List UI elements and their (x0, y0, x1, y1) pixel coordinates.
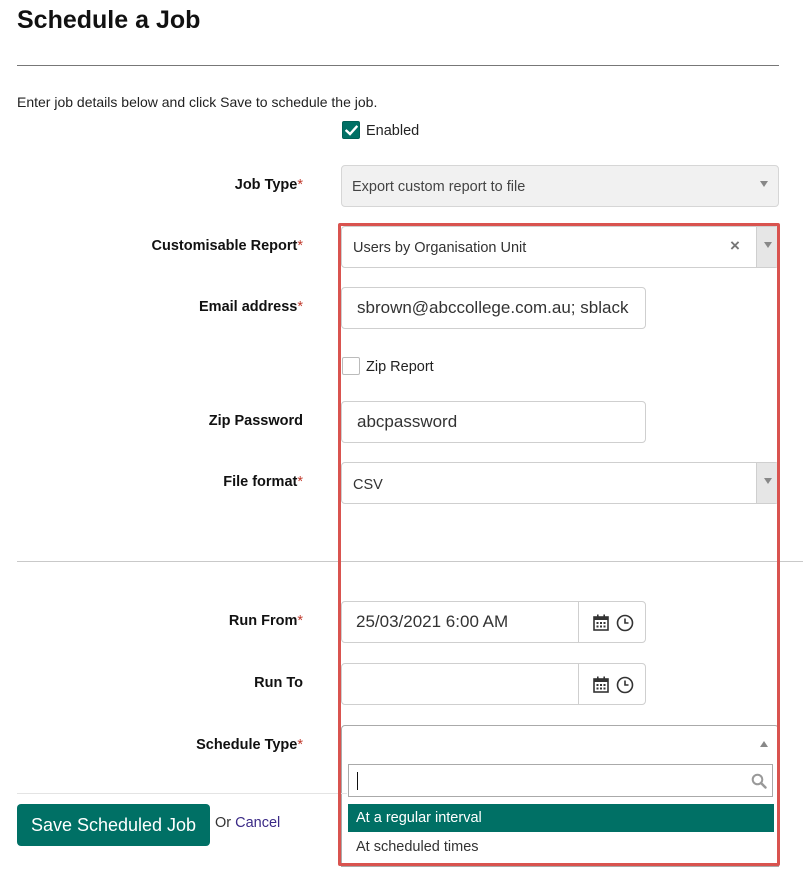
customisable-report-label: Customisable Report* (151, 238, 304, 254)
file-format-value: CSV (353, 477, 383, 493)
run-to-label: Run To (254, 675, 303, 691)
chevron-down-icon (764, 478, 772, 484)
zip-password-label: Zip Password (208, 413, 303, 429)
chevron-up-icon[interactable] (760, 741, 768, 747)
schedule-type-select[interactable]: At a regular interval At scheduled times (341, 725, 779, 867)
file-format-dropdown-button[interactable] (756, 463, 778, 503)
email-label: Email address* (199, 299, 303, 315)
file-format-select[interactable]: CSV (341, 462, 779, 504)
check-icon (345, 125, 358, 136)
required-mark: * (297, 737, 303, 753)
zip-password-field[interactable]: abcpassword (341, 401, 646, 443)
email-field[interactable]: sbrown@abccollege.com.au; sblack (341, 287, 646, 329)
save-scheduled-job-button[interactable]: Save Scheduled Job (17, 804, 210, 846)
clock-icon[interactable] (616, 676, 634, 694)
clear-icon[interactable]: × (730, 236, 740, 256)
required-mark: * (297, 613, 303, 629)
customisable-report-select[interactable]: Users by Organisation Unit × (341, 226, 779, 268)
schedule-option-regular-interval[interactable]: At a regular interval (348, 804, 774, 832)
cancel-link[interactable]: Cancel (235, 815, 280, 831)
required-mark: * (297, 474, 303, 490)
search-icon (751, 773, 767, 789)
field-separator (578, 664, 579, 704)
calendar-icon[interactable] (593, 676, 609, 693)
required-mark: * (297, 177, 303, 193)
enabled-checkbox[interactable] (342, 121, 360, 139)
enabled-label: Enabled (366, 123, 420, 139)
job-type-value: Export custom report to file (352, 179, 526, 195)
job-type-select: Export custom report to file (341, 165, 779, 207)
file-format-label: File format* (223, 474, 303, 490)
section-divider (17, 561, 803, 562)
report-dropdown-button[interactable] (756, 227, 778, 267)
page-title: Schedule a Job (17, 6, 201, 34)
field-separator (578, 602, 579, 642)
title-divider (17, 65, 779, 66)
run-from-datetime[interactable]: 25/03/2021 6:00 AM (341, 601, 646, 643)
job-type-label: Job Type* (234, 177, 303, 193)
intro-text: Enter job details below and click Save t… (17, 94, 378, 110)
run-from-value: 25/03/2021 6:00 AM (356, 612, 509, 631)
run-to-datetime[interactable] (341, 663, 646, 705)
schedule-type-label: Schedule Type* (196, 737, 303, 753)
calendar-icon[interactable] (593, 614, 609, 631)
or-text: Or (215, 815, 232, 831)
schedule-type-search-input[interactable] (348, 764, 773, 797)
zip-report-label: Zip Report (366, 359, 434, 375)
cancel-row: Or Cancel (215, 815, 280, 831)
run-from-label: Run From* (228, 613, 303, 629)
required-mark: * (297, 299, 303, 315)
chevron-down-icon (760, 181, 768, 187)
customisable-report-value: Users by Organisation Unit (353, 240, 527, 256)
zip-report-checkbox[interactable] (342, 357, 360, 375)
text-caret (357, 772, 358, 790)
clock-icon[interactable] (616, 614, 634, 632)
required-mark: * (297, 238, 303, 254)
actions-divider (17, 793, 347, 794)
schedule-option-scheduled-times[interactable]: At scheduled times (348, 833, 774, 861)
chevron-down-icon (764, 242, 772, 248)
